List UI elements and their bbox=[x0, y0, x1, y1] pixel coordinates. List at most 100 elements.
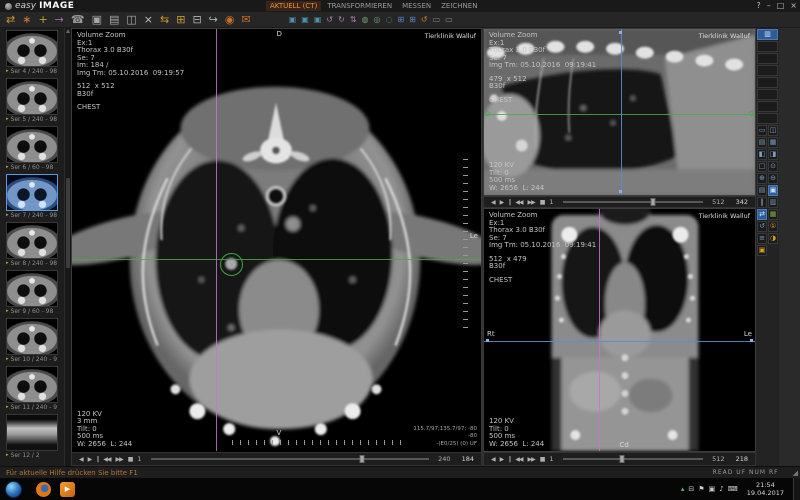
layout-option-1-button[interactable] bbox=[757, 41, 778, 52]
sync-views-button[interactable]: ⇄ bbox=[757, 209, 767, 220]
next-image-button[interactable]: ◨ bbox=[768, 149, 778, 160]
last-frame-button[interactable]: ▶▶ bbox=[527, 199, 534, 206]
sagittal-view-pane[interactable]: Volume ZoomEx:1Thorax 3.0 B30fSe: 7Img T… bbox=[483, 28, 756, 196]
sagittal-crosshair-horizontal[interactable] bbox=[484, 114, 755, 115]
maximize-button[interactable]: □ bbox=[777, 1, 785, 11]
window-preset-1-icon[interactable]: ◍ bbox=[362, 14, 369, 26]
window-clock-button[interactable]: ◑ bbox=[768, 233, 778, 244]
send-mail-icon[interactable]: ✉ bbox=[242, 13, 251, 27]
fullscreen-button[interactable]: ▣ bbox=[768, 185, 778, 196]
thumbnail-series-3[interactable]: ▸Ser 6 / 60 - 98 bbox=[6, 126, 58, 171]
layout-current-button[interactable]: ▥ bbox=[757, 29, 778, 40]
show-desktop-button[interactable] bbox=[793, 478, 800, 500]
thumbnail-scrollbar[interactable] bbox=[64, 28, 71, 466]
thumbnail-series-5[interactable]: ▸Ser 8 / 240 - 98 bbox=[6, 222, 58, 267]
coronal-crosshair-vertical[interactable] bbox=[599, 209, 600, 451]
coronal-view-pane[interactable]: Volume ZoomEx:1Thorax 3.0 B30fSe: 7Img T… bbox=[483, 208, 756, 452]
close-button[interactable]: × bbox=[790, 1, 797, 11]
firefox-icon[interactable] bbox=[36, 482, 51, 497]
series-layout-button[interactable]: ▤ bbox=[757, 137, 767, 148]
roi-circle[interactable] bbox=[220, 253, 243, 276]
rotate-left-icon[interactable]: ↺ bbox=[326, 14, 333, 26]
thumbnail-series-9[interactable]: ▸Ser 12 / 2 bbox=[6, 414, 58, 459]
select-area-button[interactable]: □ bbox=[757, 161, 767, 172]
view-mode-2-icon[interactable]: ▣ bbox=[301, 14, 309, 26]
burn-cd-icon[interactable]: ◉ bbox=[225, 13, 235, 27]
add-image-icon[interactable]: + bbox=[38, 13, 47, 27]
view-mode-3-icon[interactable]: ▣ bbox=[314, 14, 322, 26]
series-layout-2-button[interactable]: ▦ bbox=[768, 137, 778, 148]
menu-zeichnen[interactable]: ZEICHNEN bbox=[437, 1, 481, 11]
export-image-button[interactable]: ▣ bbox=[757, 245, 767, 256]
flip-vertical-icon[interactable]: ⇅ bbox=[350, 14, 357, 26]
series-list-button[interactable]: ≡ bbox=[757, 233, 767, 244]
play-button[interactable]: ▶ bbox=[88, 456, 92, 463]
delete-icon[interactable]: × bbox=[144, 13, 153, 27]
sagittal-crosshair-vertical[interactable] bbox=[621, 29, 622, 195]
step-back-button[interactable]: ◀ bbox=[491, 456, 495, 463]
add-series-icon[interactable]: ⊞ bbox=[176, 13, 185, 27]
play-button[interactable]: ▶ bbox=[500, 456, 504, 463]
stop-button[interactable]: ■ bbox=[540, 199, 545, 206]
pause-button[interactable]: ‖ bbox=[508, 199, 510, 206]
crosshair-handle-top[interactable] bbox=[619, 31, 622, 34]
taskbar-clock[interactable]: 21:54 19.04.2017 bbox=[747, 481, 784, 497]
copy-icon[interactable]: ▣ bbox=[92, 13, 102, 27]
frame-slider-handle[interactable] bbox=[360, 455, 365, 463]
pause-stack-button[interactable]: ‖ bbox=[757, 197, 767, 208]
frame-slider-handle[interactable] bbox=[619, 455, 624, 463]
play-button[interactable]: ▶ bbox=[500, 199, 504, 206]
last-frame-button[interactable]: ▶▶ bbox=[115, 456, 122, 463]
rotate-tool-button[interactable]: ↺ bbox=[757, 221, 767, 232]
flag-icon[interactable]: ⚑ bbox=[698, 484, 704, 494]
rotate-right-icon[interactable]: ↻ bbox=[338, 14, 345, 26]
minimize-button[interactable]: – bbox=[767, 1, 771, 11]
window-preset-3-icon[interactable]: ◌ bbox=[385, 14, 392, 26]
crosshair-handle-bottom[interactable] bbox=[619, 190, 622, 193]
layout-grid-b-icon[interactable]: ⊞ bbox=[409, 14, 416, 26]
thumbnail-series-6[interactable]: ▸Ser 9 / 60 - 98 bbox=[6, 270, 58, 315]
zoom-in-button[interactable]: ⊕ bbox=[757, 173, 767, 184]
last-frame-button[interactable]: ▶▶ bbox=[527, 456, 534, 463]
crosshair-handle-right[interactable] bbox=[750, 339, 753, 342]
frame-slider-handle[interactable] bbox=[650, 198, 655, 206]
save-icon[interactable]: ◫ bbox=[126, 13, 136, 27]
export-report-icon[interactable]: → bbox=[55, 13, 64, 27]
coronal-crosshair-horizontal[interactable] bbox=[484, 341, 755, 342]
media-player-icon[interactable]: ▶ bbox=[60, 482, 75, 497]
stop-button[interactable]: ■ bbox=[128, 456, 133, 463]
layout-option-7-button[interactable] bbox=[757, 113, 778, 124]
prev-image-button[interactable]: ◧ bbox=[757, 149, 767, 160]
first-frame-button[interactable]: ◀◀ bbox=[515, 199, 522, 206]
keyboard-icon[interactable]: ⌨ bbox=[728, 484, 738, 494]
thumbnail-series-7[interactable]: ▸Ser 10 / 240 - 9 bbox=[6, 318, 58, 363]
paste-icon[interactable]: ▤ bbox=[109, 13, 119, 27]
step-back-button[interactable]: ◀ bbox=[79, 456, 83, 463]
reset-view-icon[interactable]: ↺ bbox=[421, 14, 428, 26]
menu-aktuell-ct[interactable]: AKTUELL (CT) bbox=[266, 1, 321, 11]
window-icon[interactable]: ▣ bbox=[709, 484, 716, 494]
pause-button[interactable]: ‖ bbox=[96, 456, 98, 463]
new-patient-icon[interactable]: ∗ bbox=[22, 13, 31, 27]
list-view-button[interactable]: ▤ bbox=[757, 185, 767, 196]
logout-icon[interactable]: ↪ bbox=[209, 13, 218, 27]
columns-view-button[interactable]: ▥ bbox=[768, 197, 778, 208]
layout-option-4-button[interactable] bbox=[757, 77, 778, 88]
transfer-series-icon[interactable]: ⇆ bbox=[160, 13, 169, 27]
axial-crosshair-horizontal[interactable] bbox=[72, 259, 481, 260]
network-icon[interactable]: ▴ bbox=[681, 484, 685, 494]
misc-a-icon[interactable]: ▭ bbox=[433, 14, 441, 26]
scroll-up-icon[interactable] bbox=[66, 29, 70, 33]
pause-button[interactable]: ‖ bbox=[508, 456, 510, 463]
layout-option-6-button[interactable] bbox=[757, 101, 778, 112]
step-back-button[interactable]: ◀ bbox=[491, 199, 495, 206]
stop-button[interactable]: ■ bbox=[540, 456, 545, 463]
monitor-2-button[interactable]: ◫ bbox=[768, 125, 778, 136]
misc-b-icon[interactable]: ▭ bbox=[445, 14, 453, 26]
info-overlay-button[interactable]: ① bbox=[768, 221, 778, 232]
print-icon[interactable]: ⊟ bbox=[192, 13, 201, 27]
menu-transformieren[interactable]: TRANSFORMIEREN bbox=[323, 1, 396, 11]
axial-view-pane[interactable]: Volume ZoomEx:1Thorax 3.0 B30fSe: 7Im: 1… bbox=[71, 28, 482, 466]
zoom-out-button[interactable]: ⊖ bbox=[768, 173, 778, 184]
help-button[interactable]: ? bbox=[756, 1, 760, 11]
